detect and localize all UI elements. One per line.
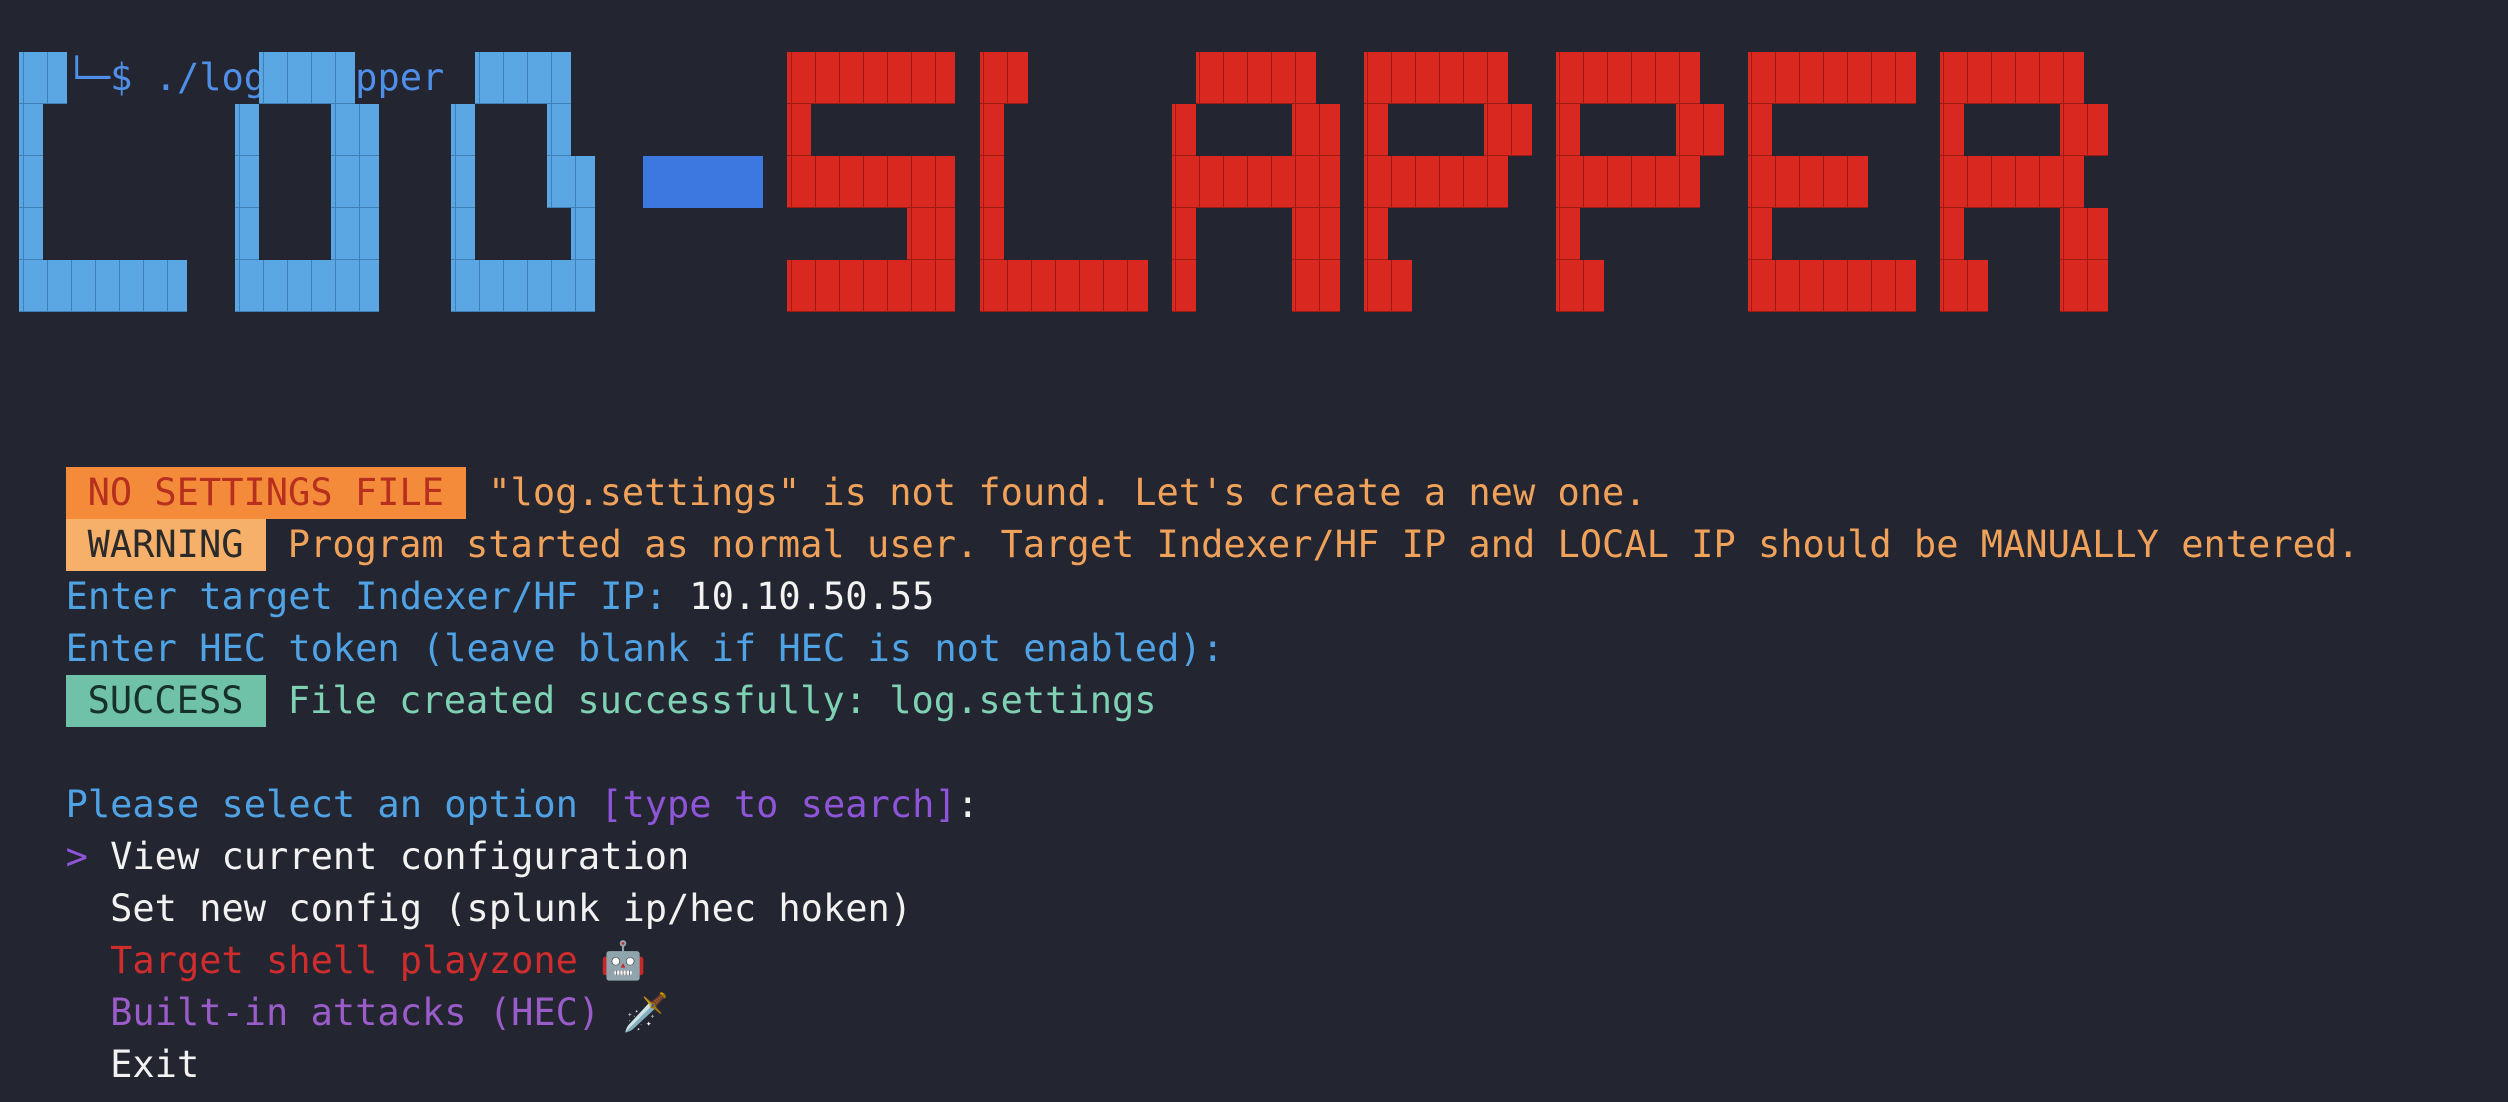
banner-letter-p2 (1556, 104, 1580, 156)
banner-letter-s (787, 52, 955, 104)
log-slapper-banner (19, 52, 2108, 312)
banner-letter-o (331, 208, 379, 260)
menu-item-set-config[interactable]: Set new config (splunk ip/hec hoken) (21, 831, 912, 930)
banner-letter-l (19, 156, 43, 208)
banner-letter-o (235, 208, 259, 260)
banner-letter-r (1940, 52, 2084, 104)
banner-letter-e (1748, 52, 1916, 104)
warning-line: WARNING Program started as normal user. … (21, 467, 2359, 571)
banner-letter-r (1940, 104, 1964, 156)
banner-letter-e (1748, 104, 1772, 156)
menu-item-exit[interactable]: Exit (21, 987, 199, 1086)
success-line: SUCCESS File created successfully: log.s… (21, 623, 1157, 727)
banner-letter-g (547, 156, 595, 208)
banner-letter-l2 (980, 208, 1004, 260)
menu-item-target-shell[interactable]: Target shell playzone 🤖 (21, 883, 646, 982)
banner-letter-e (1748, 260, 1916, 312)
shell-prompt-line: └─$ ./log-slapper (21, 0, 445, 99)
banner-letter-r (2060, 208, 2108, 260)
banner-letter-o (331, 104, 379, 156)
banner-letter-p2 (1556, 52, 1700, 104)
banner-letter-p2 (1556, 208, 1580, 260)
banner-letter-o (331, 156, 379, 208)
banner-letter-a (1172, 208, 1196, 260)
banner-letter-p (1364, 260, 1412, 312)
banner-letter-g (451, 208, 475, 260)
banner-letter-s (787, 104, 811, 156)
menu-item-builtin-attacks[interactable]: Built-in attacks (HEC) 🗡️ (21, 935, 668, 1034)
banner-letter-a (1292, 208, 1340, 260)
menu-prompt-colon: : (956, 783, 979, 826)
banner-letter-a (1196, 52, 1316, 104)
banner-letter-e (1748, 156, 1868, 208)
banner-letter-a (1292, 104, 1340, 156)
hec-prompt-line: Enter HEC token (leave blank if HEC is n… (21, 571, 1224, 670)
banner-letter-s (907, 208, 955, 260)
banner-letter-r (2060, 104, 2108, 156)
banner-letter-l (19, 104, 43, 156)
banner-letter-g (451, 104, 475, 156)
banner-letter-p (1364, 156, 1508, 208)
banner-letter-r (1940, 208, 1964, 260)
banner-letter-s (787, 156, 955, 208)
banner-letter-p (1364, 52, 1508, 104)
banner-letter-a (1172, 104, 1196, 156)
banner-letter-o (235, 104, 259, 156)
banner-letter-g (571, 208, 595, 260)
banner-letter-p (1364, 104, 1388, 156)
banner-letter-g (547, 104, 571, 156)
banner-letter-l (19, 260, 187, 312)
no-settings-line: NO SETTINGS FILE "log.settings" is not f… (21, 415, 1647, 519)
banner-letter-r (1940, 156, 2084, 208)
banner-letter-g (475, 52, 571, 104)
banner-letter-p (1364, 208, 1388, 260)
banner-letter-p2 (1556, 156, 1700, 208)
banner-letter-o (235, 260, 379, 312)
banner-letter-r (2060, 260, 2108, 312)
banner-letter-p (1484, 104, 1532, 156)
menu-prompt-line: Please select an option [type to search]… (21, 727, 979, 826)
dagger-icon: 🗡️ (622, 991, 669, 1034)
success-badge: SUCCESS (65, 675, 266, 727)
banner-letter-s (787, 260, 955, 312)
menu-item-label: Exit (110, 1043, 200, 1086)
menu-item-view-config[interactable]: > View current configuration (21, 779, 690, 878)
banner-letter-l2 (980, 156, 1004, 208)
banner-letter-a (1172, 260, 1196, 312)
banner-letter-e (1748, 208, 1772, 260)
ip-prompt-line: Enter target Indexer/HF IP: 10.10.50.55 (21, 519, 935, 618)
success-message: File created successfully: log.settings (287, 679, 1157, 722)
banner-letter-l2 (980, 52, 1028, 104)
banner-letter-o (259, 52, 355, 104)
banner-glyphs (19, 52, 2108, 312)
banner-letter-l2 (980, 104, 1004, 156)
banner-letter-l2 (980, 260, 1148, 312)
banner-letter-g (451, 260, 595, 312)
banner-letter-p2 (1556, 260, 1604, 312)
banner-letter-l (19, 208, 43, 260)
banner-letter-p2 (1676, 104, 1724, 156)
banner-letter-g (451, 156, 475, 208)
banner-letter-a (1172, 156, 1340, 208)
banner-letter-l (19, 52, 67, 104)
banner-letter-a (1292, 260, 1340, 312)
banner-letter-r (1940, 260, 1988, 312)
banner-letter-o (235, 156, 259, 208)
banner-dash (643, 156, 763, 208)
